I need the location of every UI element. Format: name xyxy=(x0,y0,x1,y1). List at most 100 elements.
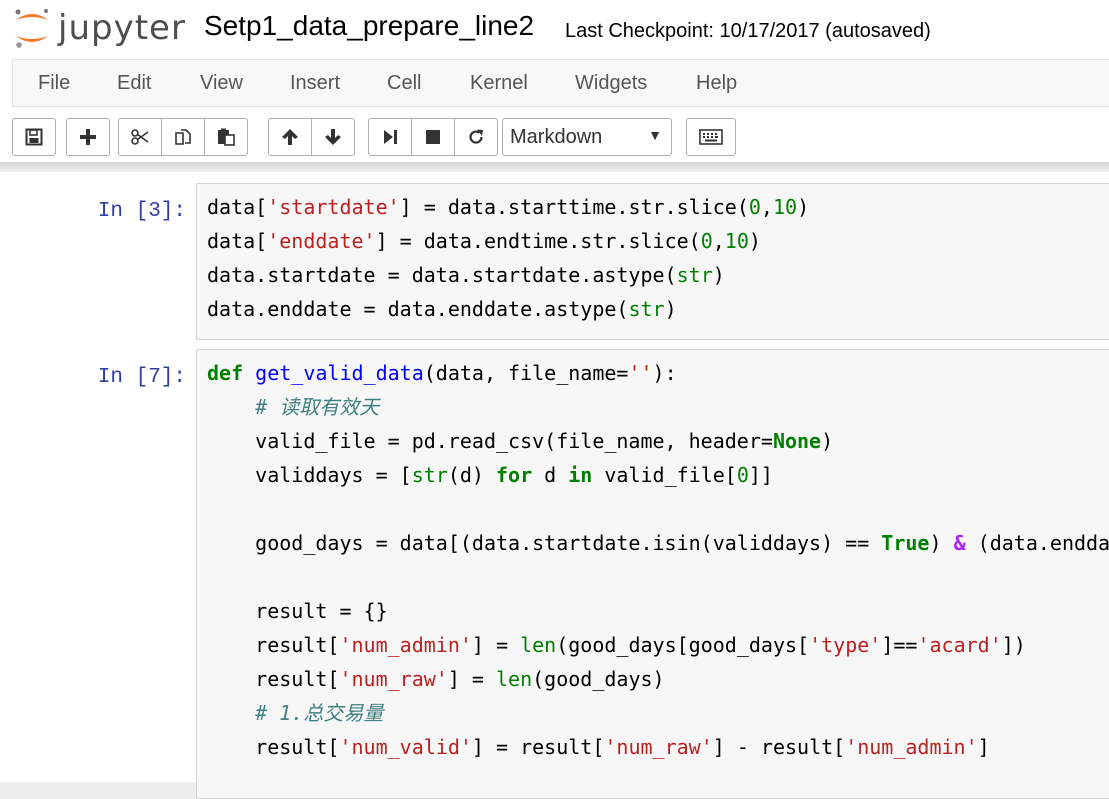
code-token: ) xyxy=(797,195,810,219)
code-token: data.enddate = data.enddate.astype( xyxy=(207,297,629,321)
code-token: validdays = [ xyxy=(207,463,412,487)
code-line: data['startdate'] = data.starttime.str.s… xyxy=(207,190,809,224)
code-token: d xyxy=(532,463,569,487)
insert-cell-button[interactable] xyxy=(66,118,110,156)
code-token: ] = xyxy=(447,667,496,691)
restart-button[interactable] xyxy=(454,118,498,156)
input-prompt: In [7]: xyxy=(97,366,186,389)
notebook-name[interactable]: Setp1_data_prepare_line2 xyxy=(204,10,534,42)
menu-insert[interactable]: Insert xyxy=(290,72,340,95)
code-token: , xyxy=(760,195,773,219)
code-token: valid_file = pd.read_csv(file_name, head… xyxy=(207,429,773,453)
code-token: ] - result[ xyxy=(712,735,846,759)
toolbar-group-move xyxy=(268,118,355,156)
input-prompt: In [3]: xyxy=(97,200,186,223)
code-token: ): xyxy=(652,361,677,385)
code-token: 'num_admin' xyxy=(845,735,978,759)
code-token: valid_file[ xyxy=(592,463,737,487)
menu-kernel[interactable]: Kernel xyxy=(470,72,528,95)
code-token: 'num_valid' xyxy=(339,735,472,759)
code-token: ]== xyxy=(881,633,918,657)
code-token: result[ xyxy=(207,667,340,691)
code-line: good_days = data[(data.startdate.isin(va… xyxy=(207,526,1109,560)
code-line: data.enddate = data.enddate.astype(str) xyxy=(207,292,809,326)
code-token: ] = data.starttime.str.slice( xyxy=(399,195,749,219)
copy-button[interactable] xyxy=(161,118,205,156)
run-button[interactable] xyxy=(368,118,412,156)
code-block: data['startdate'] = data.starttime.str.s… xyxy=(207,190,809,326)
code-token: 'startdate' xyxy=(267,195,400,219)
menubar: File Edit View Insert Cell Kernel Widget… xyxy=(12,59,1109,107)
command-palette-button[interactable] xyxy=(686,118,736,156)
code-editor[interactable]: def get_valid_data(data, file_name=''): … xyxy=(196,349,1109,799)
code-token: ) xyxy=(748,229,761,253)
code-line: result['num_valid'] = result['num_raw'] … xyxy=(207,730,1109,764)
code-token: '' xyxy=(628,361,653,385)
code-token: 'num_admin' xyxy=(339,633,472,657)
code-block: def get_valid_data(data, file_name=''): … xyxy=(207,356,1109,764)
move-up-button[interactable] xyxy=(268,118,312,156)
toolbar-group-clipboard xyxy=(118,118,248,156)
menu-view[interactable]: View xyxy=(200,72,243,95)
code-editor[interactable]: data['startdate'] = data.starttime.str.s… xyxy=(196,183,1109,340)
code-token: 'type' xyxy=(809,633,882,657)
code-line: result['num_admin'] = len(good_days[good… xyxy=(207,628,1109,662)
code-token: get_valid_data xyxy=(255,361,424,385)
menu-edit[interactable]: Edit xyxy=(117,72,151,95)
toolbar-group-insert xyxy=(66,118,110,156)
move-down-button[interactable] xyxy=(311,118,355,156)
code-token: (data.enddate.isin(validdays) == xyxy=(977,531,1109,555)
code-token: None xyxy=(772,429,822,453)
code-token: True xyxy=(881,531,930,555)
code-token: result[ xyxy=(207,735,340,759)
code-token: 0 xyxy=(700,229,713,253)
code-token: def xyxy=(207,361,244,385)
code-token: ] = result[ xyxy=(471,735,605,759)
code-token: str xyxy=(676,263,713,287)
code-line: result['num_raw'] = len(good_days) xyxy=(207,662,1109,696)
code-token: ] = data.endtime.str.slice( xyxy=(375,229,701,253)
code-line: validdays = [str(d) for d in valid_file[… xyxy=(207,458,1109,492)
save-button[interactable] xyxy=(12,118,56,156)
code-line: data['enddate'] = data.endtime.str.slice… xyxy=(207,224,809,258)
cut-button[interactable] xyxy=(118,118,162,156)
toolbar-group-run xyxy=(368,118,498,156)
cell-type-value: Markdown xyxy=(510,126,603,148)
menu-cell[interactable]: Cell xyxy=(387,72,421,95)
code-line: def get_valid_data(data, file_name=''): xyxy=(207,356,1109,390)
menu-help[interactable]: Help xyxy=(696,72,737,95)
menu-file[interactable]: File xyxy=(38,72,70,95)
arrow-down-icon xyxy=(325,129,341,145)
code-line: # 1.总交易量 xyxy=(207,696,1109,730)
code-cell[interactable]: In [7]: def get_valid_data(data, file_na… xyxy=(0,348,1109,799)
code-token: good_days = data[(data.startdate.isin(va… xyxy=(207,531,882,555)
code-token: ) xyxy=(712,263,725,287)
refresh-icon xyxy=(469,129,483,144)
interrupt-button[interactable] xyxy=(411,118,455,156)
code-token: 'num_raw' xyxy=(339,667,448,691)
cell-type-select[interactable]: Markdown ▼ xyxy=(502,118,672,156)
paste-button[interactable] xyxy=(204,118,248,156)
code-token: (good_days[good_days[ xyxy=(556,633,810,657)
notebook-container: In [3]: data['startdate'] = data.startti… xyxy=(0,162,1109,799)
menu-widgets[interactable]: Widgets xyxy=(575,72,647,95)
jupyter-logo-icon xyxy=(15,9,48,48)
code-token: & xyxy=(953,531,966,555)
code-token: len xyxy=(520,633,557,657)
notebook-header: jupyter Setp1_data_prepare_line2 Last Ch… xyxy=(0,0,1109,162)
jupyter-logo[interactable]: jupyter xyxy=(12,6,185,50)
code-token: data.startdate = data.startdate.astype( xyxy=(207,263,677,287)
code-token: 10 xyxy=(724,229,749,253)
code-token: in xyxy=(568,463,593,487)
code-token: 'num_raw' xyxy=(604,735,713,759)
code-token: ] = xyxy=(471,633,521,657)
code-token: result[ xyxy=(207,633,340,657)
code-token: (data, file_name= xyxy=(423,361,629,385)
cut-icon xyxy=(131,129,149,145)
code-cell[interactable]: In [3]: data['startdate'] = data.startti… xyxy=(0,174,1109,340)
arrow-up-icon xyxy=(282,129,298,145)
logo-text: jupyter xyxy=(58,8,186,48)
code-line: data.startdate = data.startdate.astype(s… xyxy=(207,258,809,292)
